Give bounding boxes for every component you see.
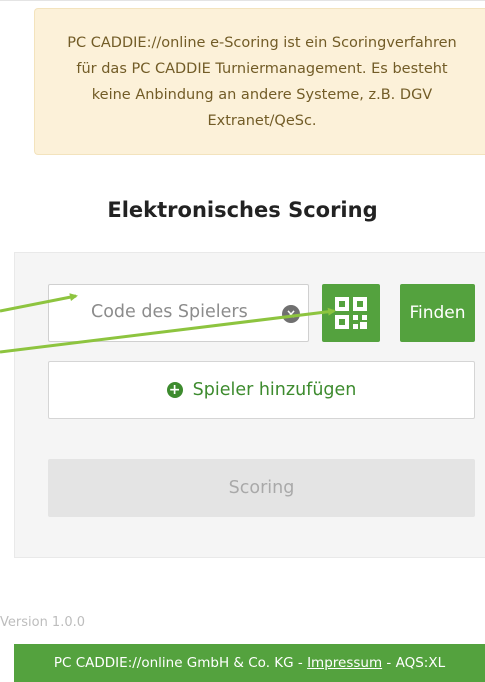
annotation-arrow <box>0 293 78 313</box>
annotation-arrow <box>0 307 336 354</box>
annotation-arrows <box>0 293 336 354</box>
